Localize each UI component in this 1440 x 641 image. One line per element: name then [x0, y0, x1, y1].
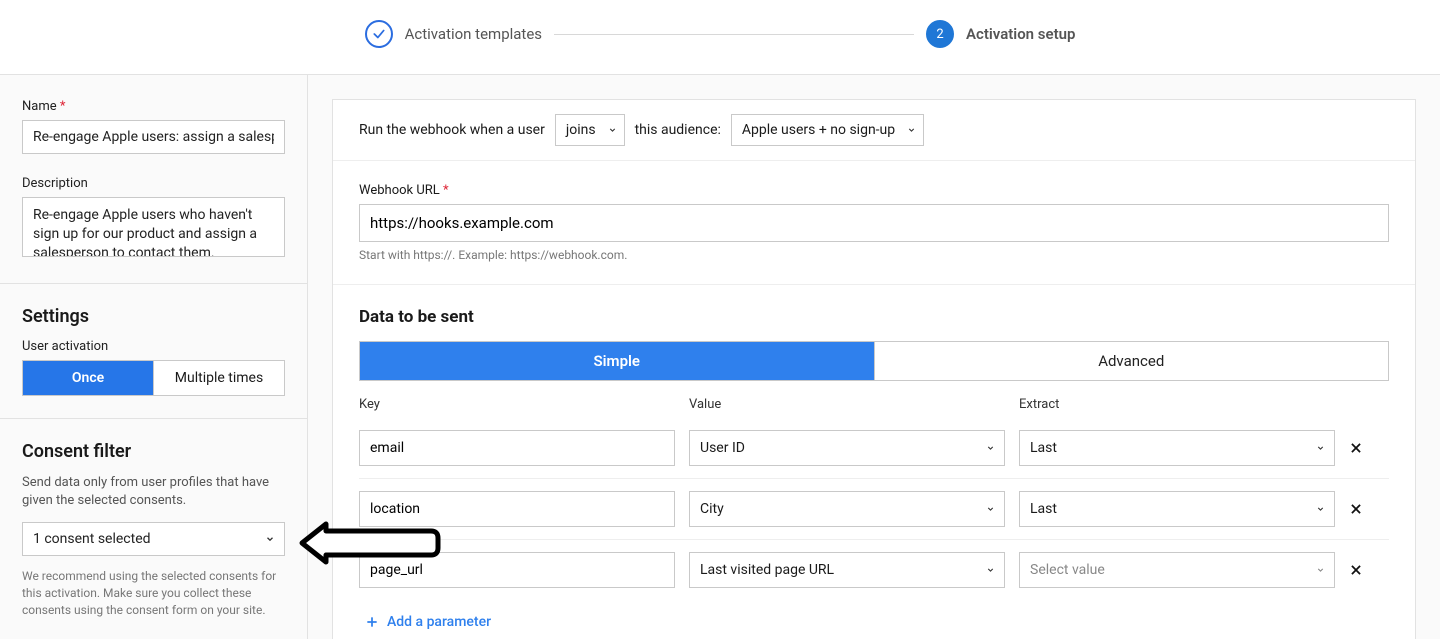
- sidebar: Name Description Re-engage Apple users w…: [0, 75, 308, 639]
- step-1[interactable]: Activation templates: [365, 20, 542, 48]
- activation-multiple[interactable]: Multiple times: [153, 361, 284, 395]
- description-input[interactable]: Re-engage Apple users who haven't sign u…: [22, 197, 285, 257]
- param-extract-select[interactable]: Last: [1019, 430, 1335, 466]
- audience-select[interactable]: Apple users + no sign-up: [731, 114, 924, 146]
- description-label: Description: [22, 176, 285, 191]
- user-activation-label: User activation: [22, 339, 285, 354]
- settings-title: Settings: [22, 306, 285, 327]
- param-value-select[interactable]: City: [689, 491, 1005, 527]
- param-value-select[interactable]: User ID: [689, 430, 1005, 466]
- step-1-label: Activation templates: [405, 25, 542, 43]
- run-middle: this audience:: [635, 122, 721, 138]
- main-content: Run the webhook when a user joins this a…: [308, 75, 1440, 639]
- step-2-number: 2: [926, 20, 954, 48]
- tab-simple[interactable]: Simple: [360, 342, 874, 380]
- data-to-send-title: Data to be sent: [359, 307, 1389, 327]
- name-label: Name: [22, 99, 285, 114]
- param-row: City Last: [359, 478, 1389, 539]
- tab-advanced[interactable]: Advanced: [874, 342, 1389, 380]
- remove-param-button[interactable]: [1349, 563, 1389, 577]
- add-parameter-button[interactable]: Add a parameter: [359, 614, 1389, 630]
- trigger-config: Run the webhook when a user joins this a…: [359, 122, 1389, 138]
- step-connector: [554, 34, 914, 35]
- param-extract-select[interactable]: Last: [1019, 491, 1335, 527]
- param-key-input[interactable]: [359, 491, 675, 527]
- step-1-check-icon: [365, 20, 393, 48]
- step-2[interactable]: 2 Activation setup: [926, 20, 1075, 48]
- add-parameter-label: Add a parameter: [387, 614, 491, 630]
- plus-icon: [365, 615, 379, 629]
- col-key: Key: [359, 397, 675, 412]
- webhook-url-input[interactable]: [359, 204, 1389, 242]
- params-header: Key Value Extract: [359, 397, 1389, 412]
- param-row: User ID Last: [359, 418, 1389, 478]
- consent-help: Send data only from user profiles that h…: [22, 474, 285, 510]
- consent-select[interactable]: 1 consent selected: [22, 522, 285, 556]
- param-row: Last visited page URL Select value: [359, 539, 1389, 600]
- remove-param-button[interactable]: [1349, 502, 1389, 516]
- param-key-input[interactable]: [359, 430, 675, 466]
- consent-fineprint: We recommend using the selected consents…: [22, 568, 285, 618]
- name-input[interactable]: [22, 120, 285, 154]
- col-value: Value: [689, 397, 1005, 412]
- param-extract-select[interactable]: Select value: [1019, 552, 1335, 588]
- join-action-select[interactable]: joins: [555, 114, 625, 146]
- remove-param-button[interactable]: [1349, 441, 1389, 455]
- step-2-label: Activation setup: [966, 25, 1075, 43]
- param-key-input[interactable]: [359, 552, 675, 588]
- run-prefix: Run the webhook when a user: [359, 122, 545, 138]
- webhook-url-help: Start with https://. Example: https://we…: [359, 248, 1389, 262]
- param-value-select[interactable]: Last visited page URL: [689, 552, 1005, 588]
- data-mode-tabs: Simple Advanced: [359, 341, 1389, 381]
- col-extract: Extract: [1019, 397, 1335, 412]
- activation-card: Run the webhook when a user joins this a…: [332, 99, 1416, 639]
- activation-once[interactable]: Once: [23, 361, 153, 395]
- consent-filter-title: Consent filter: [22, 441, 285, 462]
- webhook-url-label: Webhook URL: [359, 183, 1389, 198]
- user-activation-toggle: Once Multiple times: [22, 360, 285, 396]
- wizard-stepper: Activation templates 2 Activation setup: [0, 0, 1440, 74]
